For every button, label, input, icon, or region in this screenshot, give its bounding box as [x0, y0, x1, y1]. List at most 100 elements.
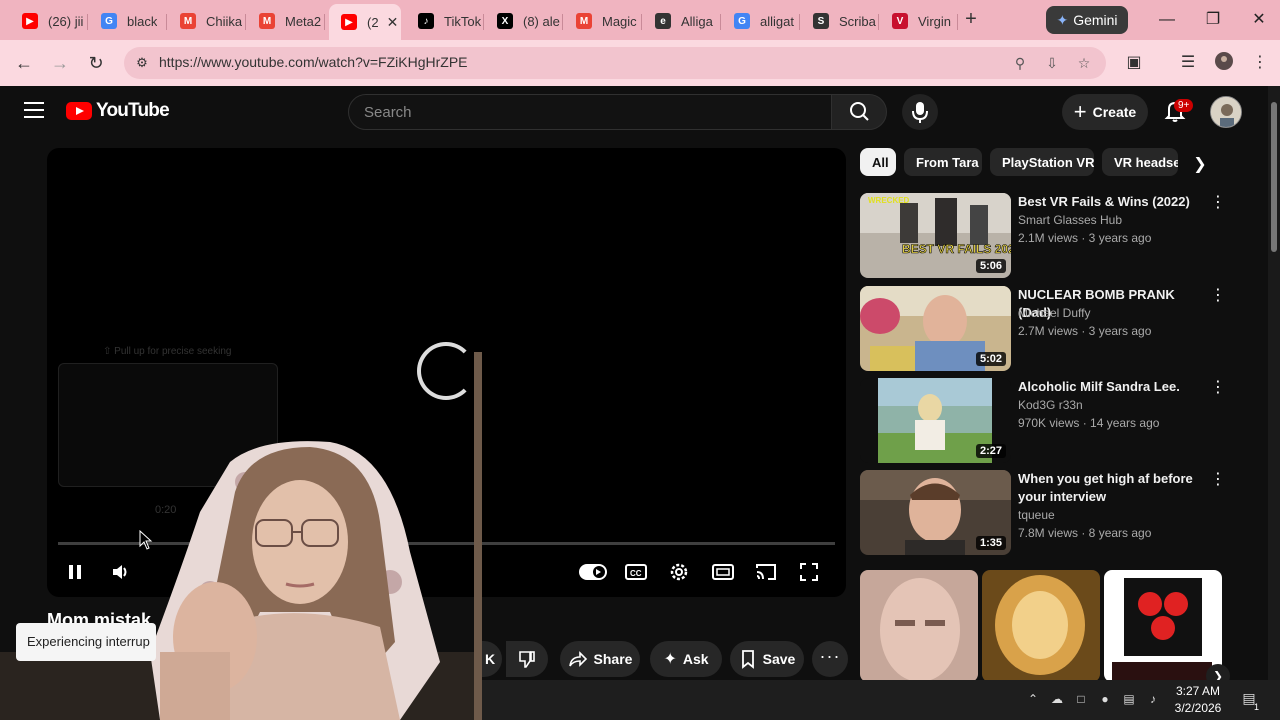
bookmark-star-icon[interactable]: ☆	[1074, 53, 1094, 73]
video-title[interactable]: Alcoholic Milf Sandra Lee.	[1018, 378, 1198, 396]
video-thumbnail[interactable]: WRECKED BEST VR FAILS 2022 5:06	[860, 193, 1011, 278]
meet-now-icon[interactable]: □	[1072, 692, 1090, 708]
channel-name[interactable]: tqueue	[1018, 508, 1055, 522]
browser-tab[interactable]: e Alliga	[643, 6, 721, 36]
speaker-icon[interactable]: ♪	[1144, 692, 1162, 708]
channel-name[interactable]: Michael Duffy	[1018, 306, 1090, 320]
video-thumbnail[interactable]: 1:35	[860, 470, 1011, 555]
save-button[interactable]: Save	[730, 641, 804, 677]
browser-tab[interactable]: X (8) ale	[485, 6, 563, 36]
address-bar[interactable]: ⚙ https://www.youtube.com/watch?v=FZiKHg…	[124, 47, 1106, 79]
onedrive-icon[interactable]: ☁	[1048, 692, 1066, 708]
back-arrow-icon[interactable]: ←	[12, 51, 36, 75]
media-controls-icon[interactable]: ☰	[1176, 51, 1200, 75]
chevron-up-icon[interactable]: ⌃	[1024, 692, 1042, 708]
video-title[interactable]: Best VR Fails & Wins (2022)	[1018, 193, 1198, 211]
browser-tab-label: Alliga	[681, 13, 713, 29]
video-player[interactable]: ⇧ Pull up for precise seeking 0:20 CC	[47, 148, 846, 597]
page-scrollbar[interactable]	[1268, 86, 1280, 680]
theater-mode-icon[interactable]	[709, 558, 737, 586]
browser-toolbar: ← → ↻ ⚙ https://www.youtube.com/watch?v=…	[0, 40, 1280, 86]
browser-tab[interactable]: Galligat	[722, 6, 800, 36]
zoom-icon[interactable]: ⚲	[1010, 53, 1030, 73]
more-vert-icon[interactable]: ⋮	[1210, 472, 1226, 490]
channel-name[interactable]: Kod3G r33n	[1018, 398, 1083, 412]
extensions-icon[interactable]: ▣	[1122, 51, 1146, 75]
recommendation-item[interactable]: WRECKED BEST VR FAILS 2022 5:06 Best VR …	[860, 193, 1230, 279]
url-text[interactable]: https://www.youtube.com/watch?v=FZiKHgHr…	[159, 54, 468, 70]
menu-icon[interactable]	[24, 102, 44, 118]
thumbs-down-icon	[519, 651, 535, 668]
dislike-button[interactable]	[506, 641, 548, 677]
shorts-thumbnail[interactable]	[860, 570, 978, 682]
search-button[interactable]	[831, 94, 887, 130]
more-actions-button[interactable]: ···	[812, 641, 848, 677]
pause-icon[interactable]	[61, 558, 89, 586]
shorts-thumbnail[interactable]	[982, 570, 1100, 682]
chip-from-tara[interactable]: From Tara	[904, 148, 982, 176]
ask-button[interactable]: ✦ Ask	[650, 641, 722, 677]
restore-icon[interactable]: ❐	[1198, 8, 1228, 32]
microphone-icon[interactable]: ●	[1096, 692, 1114, 708]
forward-arrow-icon[interactable]: →	[48, 51, 72, 75]
more-vert-icon[interactable]: ⋮	[1210, 380, 1226, 398]
network-icon[interactable]: ▤	[1120, 692, 1138, 708]
site-info-icon[interactable]: ⚙	[132, 53, 152, 73]
video-thumbnail[interactable]: 5:02	[860, 286, 1011, 371]
browser-tab[interactable]: M Magic	[564, 6, 642, 36]
create-button[interactable]: + Create	[1062, 94, 1148, 130]
recommendation-item[interactable]: 2:27 Alcoholic Milf Sandra Lee. Kod3G r3…	[860, 378, 1230, 464]
autoplay-toggle[interactable]	[579, 564, 607, 580]
video-meta: 2.1M views · 3 years ago	[1018, 231, 1152, 245]
video-title[interactable]: When you get high af before your intervi…	[1018, 470, 1198, 506]
like-button[interactable]: K	[478, 641, 502, 677]
recommendation-item[interactable]: 5:02 NUCLEAR BOMB PRANK (Dad) Michael Du…	[860, 286, 1230, 372]
more-vert-icon[interactable]: ⋮	[1210, 288, 1226, 306]
video-thumbnail[interactable]: 2:27	[860, 378, 1011, 463]
new-tab-button[interactable]: +	[960, 8, 982, 30]
captions-icon[interactable]: CC	[622, 558, 650, 586]
settings-gear-icon[interactable]	[665, 558, 693, 586]
microphone-icon	[912, 102, 928, 123]
chevron-right-icon[interactable]: ❯	[1188, 154, 1212, 178]
browser-tab[interactable]: ▶ (2 ✕	[329, 4, 401, 40]
search-input[interactable]: Search	[348, 94, 832, 130]
x-icon: X	[497, 13, 513, 29]
scrollbar-thumb[interactable]	[1271, 102, 1277, 252]
minimize-icon[interactable]: —	[1152, 8, 1182, 32]
reload-icon[interactable]: ↻	[84, 51, 108, 75]
more-vert-icon[interactable]: ⋮	[1210, 195, 1226, 213]
browser-tab[interactable]: S Scriba	[801, 6, 879, 36]
browser-tab[interactable]: M Chiika	[168, 6, 246, 36]
channel-name[interactable]: Smart Glasses Hub	[1018, 213, 1122, 227]
install-app-icon[interactable]: ⇩	[1042, 53, 1062, 73]
gemini-button[interactable]: ✦ Gemini	[1046, 6, 1128, 34]
browser-tab[interactable]: ♪ TikTok	[406, 6, 484, 36]
fullscreen-icon[interactable]	[795, 558, 823, 586]
share-button[interactable]: Share	[560, 641, 640, 677]
chip-playstation-vr[interactable]: PlayStation VR	[990, 148, 1094, 176]
video-meta: 970K views · 14 years ago	[1018, 416, 1160, 430]
browser-tab[interactable]: Gblack	[89, 6, 167, 36]
close-window-icon[interactable]: ✕	[1244, 8, 1274, 32]
video-meta: 7.8M views · 8 years ago	[1018, 526, 1152, 540]
youtube-logo[interactable]: YouTube	[66, 100, 170, 122]
shorts-thumbnail[interactable]	[1104, 570, 1222, 682]
browser-menu-icon[interactable]: ⋮	[1248, 51, 1272, 75]
chip-vr-headset[interactable]: VR headse	[1102, 148, 1178, 176]
browser-tab[interactable]: V Virgin	[880, 6, 958, 36]
chip-all[interactable]: All	[860, 148, 896, 176]
taskbar-clock[interactable]: 3:27 AM 3/2/2026	[1168, 683, 1228, 717]
account-avatar[interactable]	[1210, 96, 1242, 128]
close-tab-icon[interactable]: ✕	[387, 14, 399, 31]
recommendation-item[interactable]: 1:35 When you get high af before your in…	[860, 470, 1230, 556]
volume-icon[interactable]	[107, 558, 135, 586]
browser-tab[interactable]: ▶ (26) jii	[10, 6, 88, 36]
cast-icon[interactable]	[752, 558, 780, 586]
progress-bar[interactable]	[58, 542, 835, 545]
gemini-label: Gemini	[1073, 12, 1118, 28]
voice-search-button[interactable]	[902, 94, 938, 130]
google-icon: G	[101, 13, 117, 29]
browser-tab[interactable]: M Meta2	[247, 6, 325, 36]
profile-avatar-icon[interactable]	[1212, 51, 1236, 75]
